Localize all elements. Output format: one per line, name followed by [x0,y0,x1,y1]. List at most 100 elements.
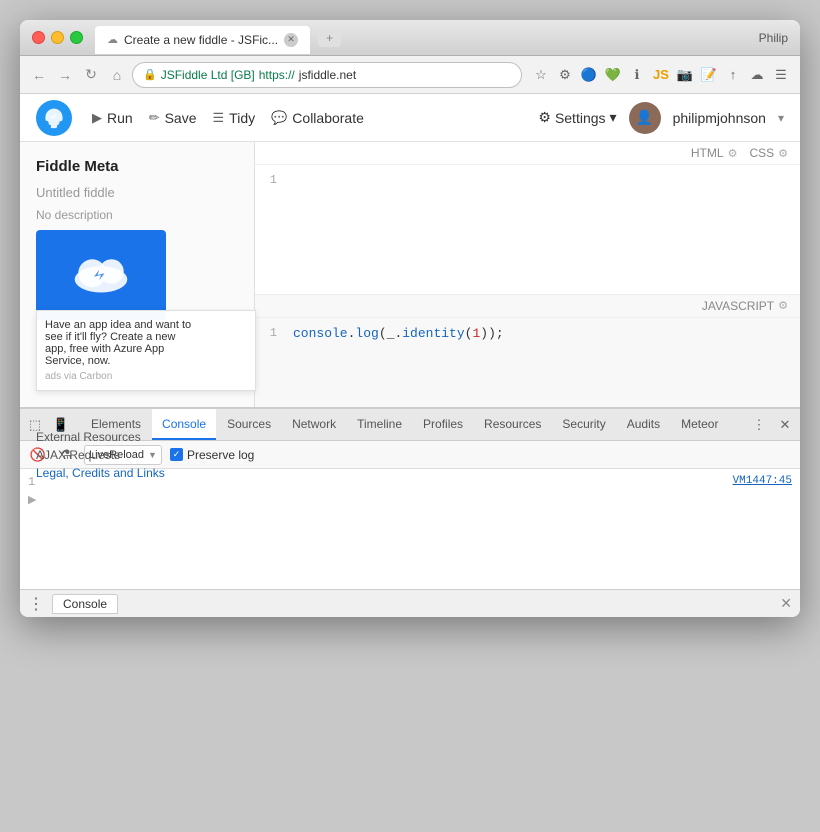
traffic-lights [32,31,83,44]
ad-via: ads via Carbon [45,371,247,382]
bottom-menu-icon[interactable]: ⋮ [28,594,44,614]
ext6-icon[interactable]: 📷 [674,64,696,86]
new-tab-button[interactable]: + [318,29,341,47]
ext5-icon[interactable]: JS [650,64,672,86]
legal-credits-link[interactable]: Legal, Credits and Links [36,466,238,480]
ext2-icon[interactable]: 🔵 [578,64,600,86]
user-chevron-icon: ▾ [778,111,784,125]
sidebar: Fiddle Meta Untitled fiddle No descripti… [20,142,255,407]
reload-button[interactable]: ↻ [80,64,102,86]
home-button[interactable]: ⌂ [106,64,128,86]
app-header-right: ⚙ Settings ▾ 👤 philipmjohnson ▾ [538,102,784,134]
tab-security[interactable]: Security [552,409,615,440]
ext4-icon[interactable]: ℹ [626,64,648,86]
css-gear-icon[interactable]: ⚙ [778,147,788,160]
tab-meteor[interactable]: Meteor [671,409,728,440]
editor-area: HTML ⚙ CSS ⚙ 1 JAVASCRIPT ⚙ [255,142,800,407]
browser-extensions: ☆ ⚙ 🔵 💚 ℹ JS 📷 📝 ↑ ☁ ☰ [530,64,792,86]
chat-icon: 💬 [271,110,287,126]
app-header: ▶ Run ✏ Save ☰ Tidy 💬 Collaborate ⚙ Sett… [20,94,800,142]
ad-line3: app, free with Azure App [45,343,247,355]
settings-button[interactable]: ⚙ Settings ▾ [538,109,616,126]
ad-line1: Have an app idea and want to [45,319,247,331]
gear-icon: ⚙ [538,109,551,126]
js-gear-icon[interactable]: ⚙ [778,299,788,312]
browser-window: ☁ Create a new fiddle - JSFic... ✕ + Phi… [20,20,800,617]
minimize-button[interactable] [51,31,64,44]
tab-network[interactable]: Network [282,409,346,440]
tab-profiles[interactable]: Profiles [413,409,473,440]
ext3-icon[interactable]: 💚 [602,64,624,86]
url-secure-label: JSFiddle Ltd [GB] [161,68,255,82]
url-bar[interactable]: 🔒 JSFiddle Ltd [GB] https:// jsfiddle.ne… [132,62,522,88]
code-underscore: _. [387,326,403,341]
address-bar: ← → ↻ ⌂ 🔒 JSFiddle Ltd [GB] https:// jsf… [20,56,800,94]
code-close: )); [480,326,503,341]
code-editor[interactable]: 1 console.log(_.identity(1)); [255,318,800,408]
code-line-num: 1 [255,326,285,400]
run-button[interactable]: ▶ Run [92,110,133,126]
advertisement: Have an app idea and want to see if it'l… [36,310,256,391]
tab-timeline[interactable]: Timeline [347,409,412,440]
ajax-requests-label: AJAX Requests [36,448,238,462]
settings-chevron-icon: ▾ [610,109,617,126]
tidy-icon: ☰ [213,110,225,126]
close-button[interactable] [32,31,45,44]
js-label: JAVASCRIPT ⚙ [702,299,788,313]
back-button[interactable]: ← [28,64,50,86]
fiddle-meta-title: Fiddle Meta [36,158,238,175]
js-editor-area: JAVASCRIPT ⚙ 1 console.log(_.identity(1)… [255,295,800,408]
main-content: Fiddle Meta Untitled fiddle No descripti… [20,142,800,407]
fiddle-description: No description [36,208,238,222]
code-identity: identity [402,326,464,341]
tab-close-button[interactable]: ✕ [284,33,298,47]
url-domain: jsfiddle.net [299,68,356,82]
external-resources-label: External Resources [36,430,238,444]
html-label: HTML ⚙ [691,146,738,160]
html-editor[interactable]: 1 [255,165,800,295]
devtools-more-icon[interactable]: ⋮ [748,414,770,436]
bottom-console-tab[interactable]: Console [52,594,118,614]
code-paren-open: ( [379,326,387,341]
ext9-icon[interactable]: ☁ [746,64,768,86]
ext7-icon[interactable]: 📝 [698,64,720,86]
console-arrow-icon: ▶ [28,493,36,507]
save-icon: ✏ [149,110,160,126]
star-icon[interactable]: ☆ [530,64,552,86]
ext8-icon[interactable]: ↑ [722,64,744,86]
devtools-close-icon[interactable]: ✕ [774,414,796,436]
code-method: log [355,326,378,341]
url-protocol: https:// [259,68,295,82]
tidy-button[interactable]: ☰ Tidy [213,110,256,126]
html-gear-icon[interactable]: ⚙ [728,147,738,160]
app-nav: ▶ Run ✏ Save ☰ Tidy 💬 Collaborate [92,110,364,126]
code-keyword: console [293,326,348,341]
tab-resources[interactable]: Resources [474,409,551,440]
collaborate-button[interactable]: 💬 Collaborate [271,110,364,126]
ad-line2: see if it'll fly? Create a new [45,331,247,343]
play-icon: ▶ [92,110,102,126]
maximize-button[interactable] [70,31,83,44]
bottom-close-icon[interactable]: ✕ [780,595,792,612]
titlebar: ☁ Create a new fiddle - JSFic... ✕ + Phi… [20,20,800,56]
line-number: 1 [255,173,285,286]
tab-audits[interactable]: Audits [617,409,670,440]
save-button[interactable]: ✏ Save [149,110,197,126]
ext1-icon[interactable]: ⚙ [554,64,576,86]
ad-line4: Service, now. [45,355,247,367]
editor-toolbar: HTML ⚙ CSS ⚙ [255,142,800,165]
devtools-right-controls: ⋮ ✕ [748,414,796,436]
forward-button[interactable]: → [54,64,76,86]
fiddle-name: Untitled fiddle [36,185,238,200]
console-source-link[interactable]: VM1447:45 [733,475,792,487]
secure-icon: 🔒 [143,68,157,81]
window-user: Philip [759,31,788,45]
browser-tab[interactable]: ☁ Create a new fiddle - JSFic... ✕ [95,26,310,54]
fiddle-thumbnail [36,230,166,320]
app-logo [36,100,72,136]
code-content: console.log(_.identity(1)); [285,326,800,400]
user-avatar: 👤 [629,102,661,134]
tab-icon: ☁ [107,33,118,46]
menu-icon[interactable]: ☰ [770,64,792,86]
console-output: 1 VM1447:45 ▶ [20,469,800,589]
